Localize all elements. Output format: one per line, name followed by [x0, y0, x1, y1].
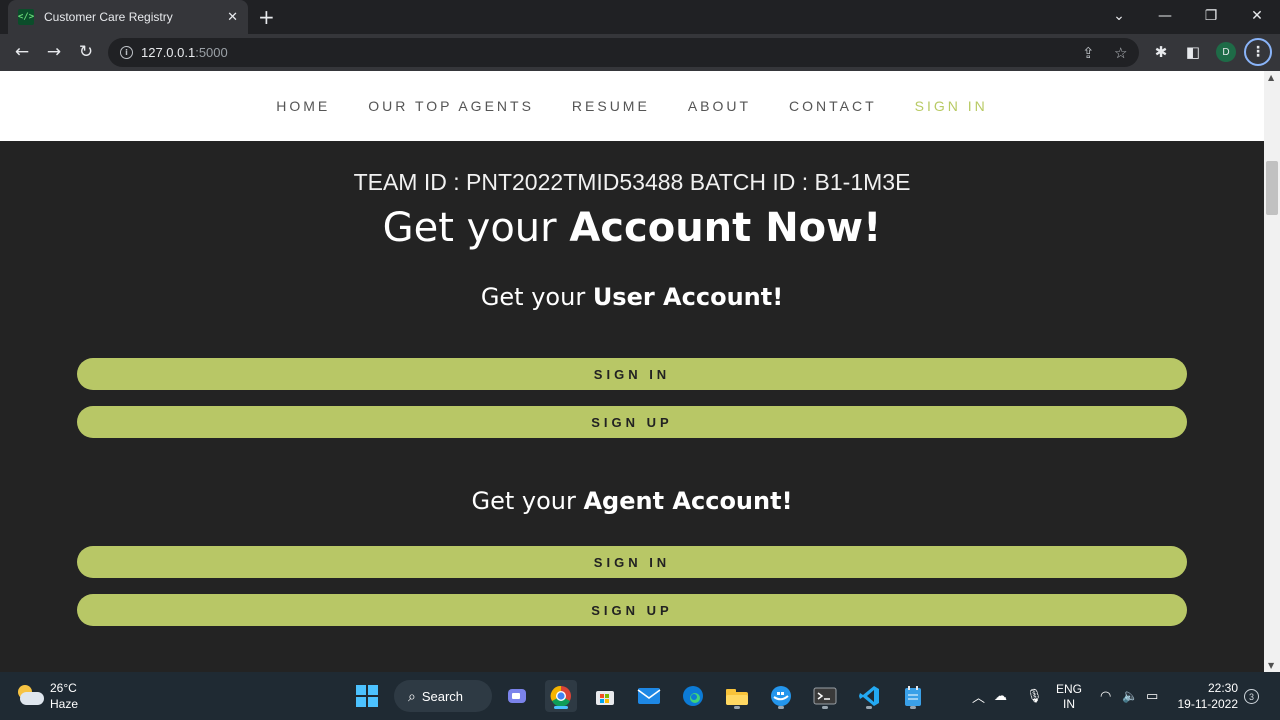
page-title: Get your Account Now! — [382, 205, 882, 251]
volume-icon[interactable]: 🔈 — [1122, 672, 1138, 720]
tab-title: Customer Care Registry — [44, 10, 173, 24]
onedrive-cloud-icon[interactable]: ☁ — [994, 672, 1007, 720]
search-icon: ⌕ — [408, 687, 416, 704]
microphone-icon[interactable]: 🎙 — [1026, 672, 1043, 720]
system-clock[interactable]: 22:30 19-11-2022 — [1176, 680, 1239, 712]
user-sign-in-button[interactable]: SIGN IN — [77, 358, 1187, 390]
minimize-icon[interactable]: — — [1142, 0, 1188, 32]
input-language[interactable]: ENG IN — [1056, 682, 1082, 712]
extensions-puzzle-icon[interactable]: ✱ — [1148, 39, 1174, 65]
reload-icon[interactable]: ↻ — [72, 38, 100, 66]
wifi-icon[interactable]: ◠ — [1100, 672, 1111, 720]
agent-sign-up-button[interactable]: SIGN UP — [77, 594, 1187, 626]
team-id-line: TEAM ID : PNT2022TMID53488 BATCH ID : B1… — [353, 169, 911, 195]
haze-weather-icon — [16, 685, 44, 707]
close-window-icon[interactable]: ✕ — [1234, 0, 1280, 32]
battery-icon[interactable]: ▭ — [1146, 672, 1158, 720]
page-scrollbar[interactable]: ▲ ▼ — [1264, 71, 1280, 672]
bookmark-star-icon[interactable]: ☆ — [1114, 44, 1127, 62]
nav-sign-in[interactable]: SIGN IN — [915, 98, 988, 114]
browser-toolbar: ← → ↻ i 127.0.0.1:5000 ⇪ ☆ ✱ ◧ D ⋮ — [0, 34, 1280, 71]
scrollbar-thumb[interactable] — [1266, 161, 1278, 215]
nav-contact[interactable]: CONTACT — [789, 98, 877, 114]
vscode-app-icon[interactable] — [853, 680, 885, 712]
notepad-app-icon[interactable] — [897, 680, 929, 712]
user-section-heading: Get your User Account! — [480, 283, 784, 311]
nav-top-agents[interactable]: OUR TOP AGENTS — [368, 98, 534, 114]
nav-home[interactable]: HOME — [276, 98, 330, 114]
share-icon[interactable]: ⇪ — [1082, 44, 1095, 62]
windows-logo-icon — [356, 685, 378, 707]
address-bar[interactable]: i 127.0.0.1:5000 ⇪ ☆ — [108, 38, 1139, 67]
weather-widget[interactable]: 26°C Haze — [16, 680, 78, 712]
url-text[interactable]: 127.0.0.1:5000 — [141, 45, 228, 60]
notification-badge[interactable]: 3 — [1244, 689, 1259, 704]
terminal-app-icon[interactable] — [809, 680, 841, 712]
file-explorer-icon[interactable] — [721, 680, 753, 712]
microsoft-store-icon[interactable] — [589, 680, 621, 712]
restore-icon[interactable]: ❐ — [1188, 0, 1234, 32]
start-button[interactable] — [351, 680, 383, 712]
nav-resume[interactable]: RESUME — [572, 98, 650, 114]
os-taskbar: 26°C Haze ⌕ Search ︿ ☁ 🎙 ENG IN ◠ 🔈 ▭ 22:… — [0, 672, 1280, 720]
tab-close-icon[interactable]: ✕ — [227, 10, 238, 25]
teams-chat-app-icon[interactable] — [501, 680, 533, 712]
forward-arrow-icon[interactable]: → — [40, 38, 68, 66]
site-info-icon[interactable]: i — [120, 46, 133, 59]
user-sign-up-button[interactable]: SIGN UP — [77, 406, 1187, 438]
show-hidden-icons-chevron-icon[interactable]: ︿ — [972, 672, 985, 720]
scroll-down-arrow-icon[interactable]: ▼ — [1268, 661, 1274, 670]
page-viewport: HOME OUR TOP AGENTS RESUME ABOUT CONTACT… — [0, 71, 1264, 672]
mail-app-icon[interactable] — [633, 680, 665, 712]
new-tab-button[interactable]: + — [258, 5, 275, 29]
browser-menu-kebab-icon[interactable]: ⋮ — [1244, 38, 1272, 66]
browser-tab[interactable]: </> Customer Care Registry ✕ — [8, 0, 248, 34]
agent-sign-in-button[interactable]: SIGN IN — [77, 546, 1187, 578]
profile-avatar[interactable]: D — [1216, 42, 1236, 62]
tab-search-chevron-icon[interactable]: ⌄ — [1096, 0, 1142, 32]
chrome-app-icon[interactable] — [545, 680, 577, 712]
site-navigation: HOME OUR TOP AGENTS RESUME ABOUT CONTACT… — [0, 71, 1264, 141]
back-arrow-icon[interactable]: ← — [8, 38, 36, 66]
taskbar-search[interactable]: ⌕ Search — [394, 680, 492, 712]
side-panel-icon[interactable]: ◧ — [1180, 39, 1206, 65]
temperature: 26°C — [50, 681, 77, 695]
docker-app-icon[interactable] — [765, 680, 797, 712]
weather-condition: Haze — [50, 697, 79, 711]
nav-about[interactable]: ABOUT — [688, 98, 751, 114]
agent-section-heading: Get your Agent Account! — [471, 487, 793, 515]
browser-tab-strip: </> Customer Care Registry ✕ + ⌄ — ❐ ✕ — [0, 0, 1280, 34]
edge-browser-icon[interactable] — [677, 680, 709, 712]
scroll-up-arrow-icon[interactable]: ▲ — [1268, 73, 1274, 82]
site-favicon-icon: </> — [18, 9, 34, 25]
